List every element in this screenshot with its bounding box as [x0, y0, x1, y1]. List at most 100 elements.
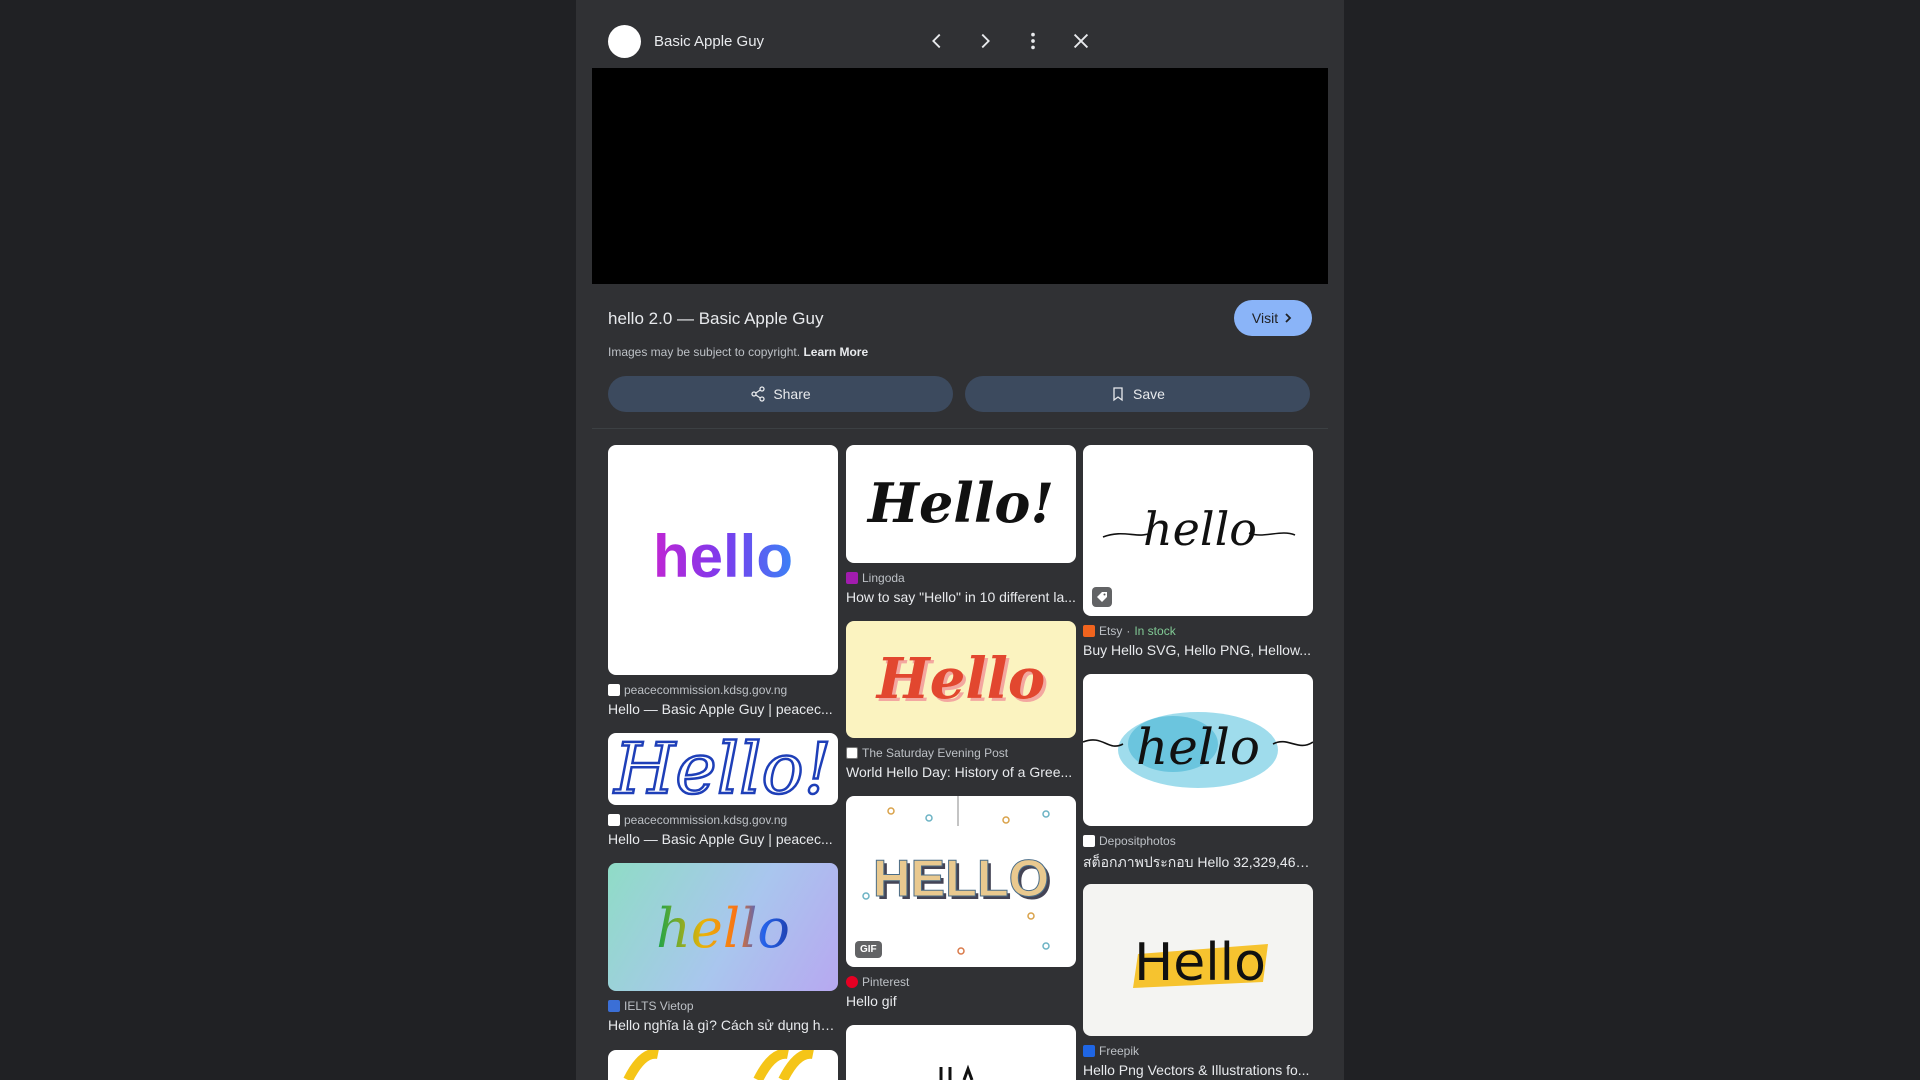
- svg-text:hello: hello: [1136, 718, 1260, 776]
- source-name: Etsy: [1099, 623, 1123, 638]
- chevron-right-icon: [1285, 313, 1292, 323]
- copyright-notice: Images may be subject to copyright. Lear…: [608, 345, 868, 359]
- site-favicon: [846, 571, 858, 584]
- learn-more-link[interactable]: Learn More: [803, 345, 868, 359]
- result-card[interactable]: [846, 1025, 1076, 1080]
- source-name: Depositphotos: [1099, 833, 1176, 848]
- result-card[interactable]: hello Depositphotos สต็อกภาพประกอบ Hello…: [1083, 674, 1313, 874]
- result-card[interactable]: [608, 1050, 838, 1080]
- result-source[interactable]: IELTS Vietop: [608, 998, 838, 1013]
- source-name: The Saturday Evening Post: [862, 745, 1009, 760]
- result-caption[interactable]: Buy Hello SVG, Hello PNG, Hellow...: [1083, 642, 1313, 658]
- site-avatar[interactable]: [608, 25, 641, 58]
- result-caption[interactable]: สต็อกภาพประกอบ Hello 32,329,463 |...: [1083, 852, 1313, 874]
- result-thumbnail[interactable]: Hello!: [846, 445, 1076, 563]
- result-card[interactable]: hello peacecommission.kdsg.gov.ng Hello …: [608, 445, 838, 717]
- save-label: Save: [1133, 386, 1165, 402]
- chevron-right-icon: [981, 33, 990, 49]
- result-caption[interactable]: Hello Png Vectors & Illustrations fo...: [1083, 1062, 1313, 1078]
- result-card[interactable]: Hello! Lingoda How to say "Hello" in 10 …: [846, 445, 1076, 605]
- shopping-tag-icon: [1092, 587, 1112, 607]
- hello-yellow-partial-image: [623, 1050, 814, 1080]
- save-button[interactable]: Save: [965, 376, 1310, 412]
- previous-button[interactable]: [922, 26, 952, 56]
- svg-text:Hello!: Hello!: [866, 471, 1054, 535]
- site-favicon: [608, 999, 620, 1012]
- result-thumbnail[interactable]: Hello: [1083, 884, 1313, 1036]
- hello-script-image: Hello!: [866, 471, 1054, 535]
- visit-button[interactable]: Visit: [1234, 300, 1312, 336]
- gif-badge: GIF: [855, 941, 882, 958]
- result-source[interactable]: peacecommission.kdsg.gov.ng: [608, 682, 838, 697]
- source-name: peacecommission.kdsg.gov.ng: [624, 812, 788, 827]
- result-card[interactable]: hello IELTS Vietop Hello nghĩa là gì? Cá…: [608, 863, 838, 1033]
- hello-blue-image: Hello!: [611, 733, 833, 805]
- svg-text:hello: hello: [653, 523, 793, 590]
- result-caption[interactable]: Hello — Basic Apple Guy | peacec...: [608, 701, 838, 717]
- result-caption[interactable]: Hello gif: [846, 993, 1076, 1009]
- hello-gradient-image: hello: [653, 523, 793, 590]
- result-thumbnail[interactable]: HELLO HELLO GIF: [846, 796, 1076, 967]
- image-preview[interactable]: [592, 68, 1328, 284]
- result-card[interactable]: Hello! peacecommission.kdsg.gov.ng Hello…: [608, 733, 838, 847]
- result-caption[interactable]: World Hello Day: History of a Gree...: [846, 764, 1076, 780]
- result-source[interactable]: Lingoda: [846, 570, 1076, 585]
- site-favicon: [1083, 624, 1095, 637]
- result-source[interactable]: peacecommission.kdsg.gov.ng: [608, 812, 838, 827]
- result-card[interactable]: HELLO HELLO GIF Pinterest Hello gif: [846, 796, 1076, 1009]
- result-caption[interactable]: How to say "Hello" in 10 different la...: [846, 589, 1076, 605]
- close-icon: [1073, 33, 1089, 49]
- result-source[interactable]: Freepik: [1083, 1043, 1313, 1058]
- separator: ·: [1126, 623, 1131, 638]
- bookmark-icon: [1113, 387, 1123, 402]
- result-thumbnail[interactable]: Hello Hello: [846, 621, 1076, 738]
- result-source[interactable]: Pinterest: [846, 974, 1076, 989]
- viewer-header: Basic Apple Guy: [576, 0, 1344, 68]
- site-favicon: [846, 746, 858, 759]
- svg-text:HELLO: HELLO: [873, 850, 1049, 908]
- svg-text:hello: hello: [656, 897, 790, 960]
- result-thumbnail[interactable]: [846, 1025, 1076, 1080]
- chevron-left-icon: [932, 33, 941, 49]
- stock-status: In stock: [1134, 623, 1176, 638]
- share-label: Share: [773, 386, 811, 402]
- result-thumbnail[interactable]: hello: [608, 863, 838, 991]
- source-name: Lingoda: [862, 570, 905, 585]
- result-source[interactable]: The Saturday Evening Post: [846, 745, 1076, 760]
- visit-label: Visit: [1251, 310, 1279, 326]
- site-favicon: [608, 813, 620, 826]
- result-thumbnail[interactable]: hello: [608, 445, 838, 675]
- svg-text:hello: hello: [1143, 502, 1257, 556]
- hello-watercolor-image: hello: [1083, 712, 1313, 788]
- result-caption[interactable]: Hello nghĩa là gì? Cách sử dụng he...: [608, 1017, 838, 1033]
- source-name: Freepik: [1099, 1043, 1140, 1058]
- result-card[interactable]: Hello Hello The Saturday Evening Post Wo…: [846, 621, 1076, 780]
- hello-yellow-image: Hello: [1133, 933, 1268, 993]
- image-title[interactable]: hello 2.0 — Basic Apple Guy: [608, 309, 823, 329]
- share-button[interactable]: Share: [608, 376, 953, 412]
- image-viewer-panel: Basic Apple Guy hello 2.0 — Basic Apple …: [576, 0, 1344, 1080]
- result-thumbnail[interactable]: hello: [1083, 674, 1313, 826]
- result-thumbnail[interactable]: Hello!: [608, 733, 838, 805]
- close-button[interactable]: [1066, 26, 1096, 56]
- result-card[interactable]: hello Etsy · In stock Buy Hello SVG, Hel…: [1083, 445, 1313, 658]
- pinterest-icon: [846, 975, 858, 988]
- result-caption[interactable]: Hello — Basic Apple Guy | peacec...: [608, 831, 838, 847]
- site-name[interactable]: Basic Apple Guy: [654, 33, 764, 50]
- more-options-button[interactable]: [1018, 26, 1048, 56]
- hello-red-image: Hello Hello: [875, 646, 1048, 715]
- copyright-text: Images may be subject to copyright.: [608, 345, 801, 359]
- next-button[interactable]: [970, 26, 1000, 56]
- result-source[interactable]: Depositphotos: [1083, 833, 1313, 848]
- result-source[interactable]: Etsy · In stock: [1083, 623, 1313, 638]
- divider: [592, 428, 1328, 429]
- share-icon: [751, 386, 765, 402]
- result-card[interactable]: Hello Freepik Hello Png Vectors & Illust…: [1083, 884, 1313, 1078]
- more-vert-icon: [1031, 32, 1035, 50]
- hello-line-image: hello: [1102, 502, 1296, 556]
- svg-text:Hello: Hello: [1134, 933, 1266, 993]
- site-favicon: [608, 683, 620, 696]
- source-name: Pinterest: [862, 974, 910, 989]
- result-thumbnail[interactable]: hello: [1083, 445, 1313, 616]
- result-thumbnail[interactable]: [608, 1050, 838, 1080]
